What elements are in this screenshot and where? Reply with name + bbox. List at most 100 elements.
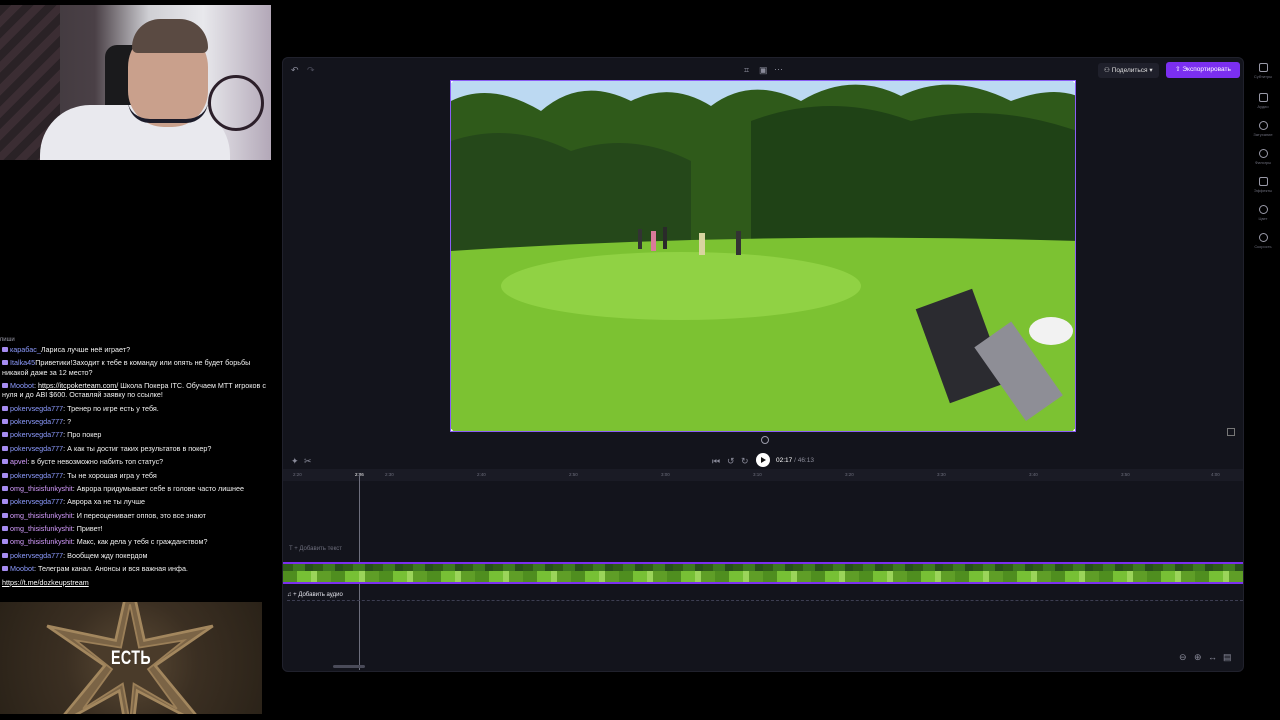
streamer-hair [132, 19, 208, 53]
rail-item-audio[interactable]: Аудио [1248, 93, 1278, 109]
chat-username[interactable]: pokervsegda777 [10, 417, 63, 426]
speed-icon [1258, 233, 1268, 242]
chat-badge-icon [2, 539, 8, 545]
chat-message: pokervsegda777: ? [0, 417, 266, 426]
chat-text: : Вообщем жду покердом [63, 550, 148, 560]
chat-username[interactable]: pokervsegda777 [10, 430, 63, 439]
chat-badge-icon [2, 418, 8, 424]
fullscreen-icon[interactable] [1227, 428, 1235, 436]
chat-username[interactable]: pokervsegda777 [10, 444, 63, 453]
chat-username[interactable]: Moobot [10, 381, 34, 390]
split-icon[interactable]: ✂ [304, 456, 312, 466]
rail-label: Эффекты [1253, 188, 1273, 193]
chat-username[interactable]: omg_thisisfunkyshit [10, 511, 73, 520]
rail-label: Фильтры [1254, 160, 1272, 165]
share-button[interactable]: ⚇ Поделиться ▾ [1098, 63, 1159, 78]
rail-item-fade[interactable]: Затухание [1248, 121, 1278, 137]
rail-label: Субтитры [1253, 74, 1273, 79]
chat-username[interactable]: apvel [10, 457, 27, 466]
chat-message: pokervsegda777: Ты не хорошая игра у теб… [0, 471, 266, 480]
webcam-feed [0, 5, 271, 160]
video-preview[interactable] [450, 80, 1076, 432]
chat-text: : А как ты достиг таких результатов в по… [63, 443, 212, 453]
chat-message: pokervsegda777: Про покер [0, 430, 266, 439]
chat-text: : Макс, как дела у тебя с гражданством? [72, 537, 208, 547]
add-audio-track[interactable]: ♫ + Добавить аудио [287, 589, 1243, 601]
chat-username[interactable]: Italka45 [10, 358, 35, 367]
chat-text: : ? [63, 416, 72, 426]
share-icon: ⚇ [1104, 67, 1112, 74]
chat-username[interactable]: pokervsegda777 [10, 497, 63, 506]
chat-badge-icon [2, 472, 8, 478]
chat-username[interactable]: omg_thisisfunkyshit [10, 484, 73, 493]
zoom-in-icon[interactable]: ⊕ [1194, 652, 1202, 662]
chat-text: : Ты не хорошая игра у тебя [63, 470, 157, 480]
alert-overlay: ЕСТЬ [0, 602, 262, 714]
ruler-tick: 3:10 [753, 472, 762, 477]
add-text-track[interactable]: T + Добавить текст [289, 546, 342, 552]
rail-item-effects[interactable]: Эффекты [1248, 177, 1278, 193]
ruler-tick: 3:20 [845, 472, 854, 477]
chat-username[interactable]: omg_thisisfunkyshit [10, 537, 73, 546]
chat-username[interactable]: pokervsegda777 [10, 404, 63, 413]
chat-username[interactable]: omg_thisisfunkyshit [10, 524, 73, 533]
video-editor: ↶ ↷ ⌗ ▣ ⋯ ⚇ Поделиться ▾ ⇧ Экспортироват… [282, 57, 1244, 672]
ruler-tick: 2:50 [569, 472, 578, 477]
chat-username[interactable]: Moobot [10, 564, 34, 573]
magic-edit-icon[interactable]: ✦ [291, 456, 299, 466]
screen: пиши карабас_Лариса лучше неё играет? Ita… [0, 0, 1280, 720]
video-clip-track[interactable] [283, 562, 1243, 584]
skip-back-icon[interactable]: ⏮ [712, 456, 720, 466]
chat-badge-icon [2, 382, 8, 388]
timeline-ruler[interactable]: 2:202:262:302:402:503:003:103:203:303:40… [283, 469, 1243, 481]
chat-message: omg_thisisfunkyshit: Макс, как дела у те… [0, 537, 266, 546]
timeline-scrollbar[interactable] [333, 665, 365, 668]
redo-icon[interactable]: ↷ [307, 65, 315, 75]
timeline-layout-icon[interactable]: ▤ [1223, 652, 1232, 662]
time-display: 02:17 / 46:13 [776, 457, 814, 464]
chat-message: pokervsegda777: Тренер по игре есть у те… [0, 404, 266, 413]
play-button[interactable] [756, 453, 770, 467]
chat-messages: карабас_Лариса лучше неё играет? Italka45… [0, 345, 266, 573]
rewind-5s-icon[interactable]: ↺ [727, 456, 735, 466]
chat-text: : Тренер по игре есть у тебя. [63, 403, 159, 413]
more-icon[interactable]: ⋯ [774, 64, 783, 74]
chat-message: Italka45Приветики!Заходит к тебе в коман… [0, 358, 266, 377]
zoom-controls: ⊖ ⊕ ↔ ▤ [1177, 651, 1237, 664]
current-time: 02:17 [776, 457, 793, 464]
ruler-tick: 3:30 [937, 472, 946, 477]
chat-badge-icon [2, 566, 8, 572]
chat-username[interactable]: pokervsegda777 [10, 551, 63, 560]
resize-handle-tr[interactable] [1073, 81, 1075, 83]
fit-timeline-icon[interactable]: ↔ [1208, 652, 1217, 662]
chat-message: omg_thisisfunkyshit: Привет! [0, 524, 266, 533]
rotate-icon[interactable] [761, 436, 769, 444]
fade-icon [1258, 121, 1268, 130]
chat-message: pokervsegda777: Аврора ха не ты лучше [0, 497, 266, 506]
ruler-tick: 2:20 [293, 472, 302, 477]
chat-cut-line: пиши [0, 337, 15, 343]
export-button[interactable]: ⇧ Экспортировать [1166, 62, 1240, 78]
share-label: Поделиться [1111, 67, 1148, 74]
chat-text: Приветики!Заходит к тебе в команду или о… [2, 358, 251, 377]
chat-username[interactable]: карабас_ [10, 345, 41, 354]
layout-icon[interactable]: ▣ [759, 65, 768, 75]
resize-handle-br[interactable] [1073, 429, 1075, 431]
rail-item-color[interactable]: Цвет [1248, 205, 1278, 221]
total-duration: / 46:13 [794, 457, 814, 464]
chat-badge-icon [2, 360, 8, 366]
chat-link[interactable]: https://itcpokerteam.com/ [38, 381, 118, 390]
rail-item-filters[interactable]: Фильтры [1248, 149, 1278, 165]
rail-item-speed[interactable]: Скорость [1248, 233, 1278, 249]
chat-badge-icon [2, 499, 8, 505]
zoom-out-icon[interactable]: ⊖ [1179, 652, 1187, 662]
forward-5s-icon[interactable]: ↻ [741, 456, 749, 466]
export-label: Экспортировать [1182, 66, 1231, 73]
resize-handle-bl[interactable] [451, 429, 453, 431]
rail-item-captions[interactable]: Субтитры [1248, 63, 1278, 79]
chat-trailing-link[interactable]: https://t.me/dozkeupstream [0, 578, 266, 587]
ruler-tick: 3:50 [1121, 472, 1130, 477]
chat-username[interactable]: pokervsegda777 [10, 471, 63, 480]
crop-icon[interactable]: ⌗ [744, 65, 749, 75]
undo-icon[interactable]: ↶ [291, 65, 299, 75]
